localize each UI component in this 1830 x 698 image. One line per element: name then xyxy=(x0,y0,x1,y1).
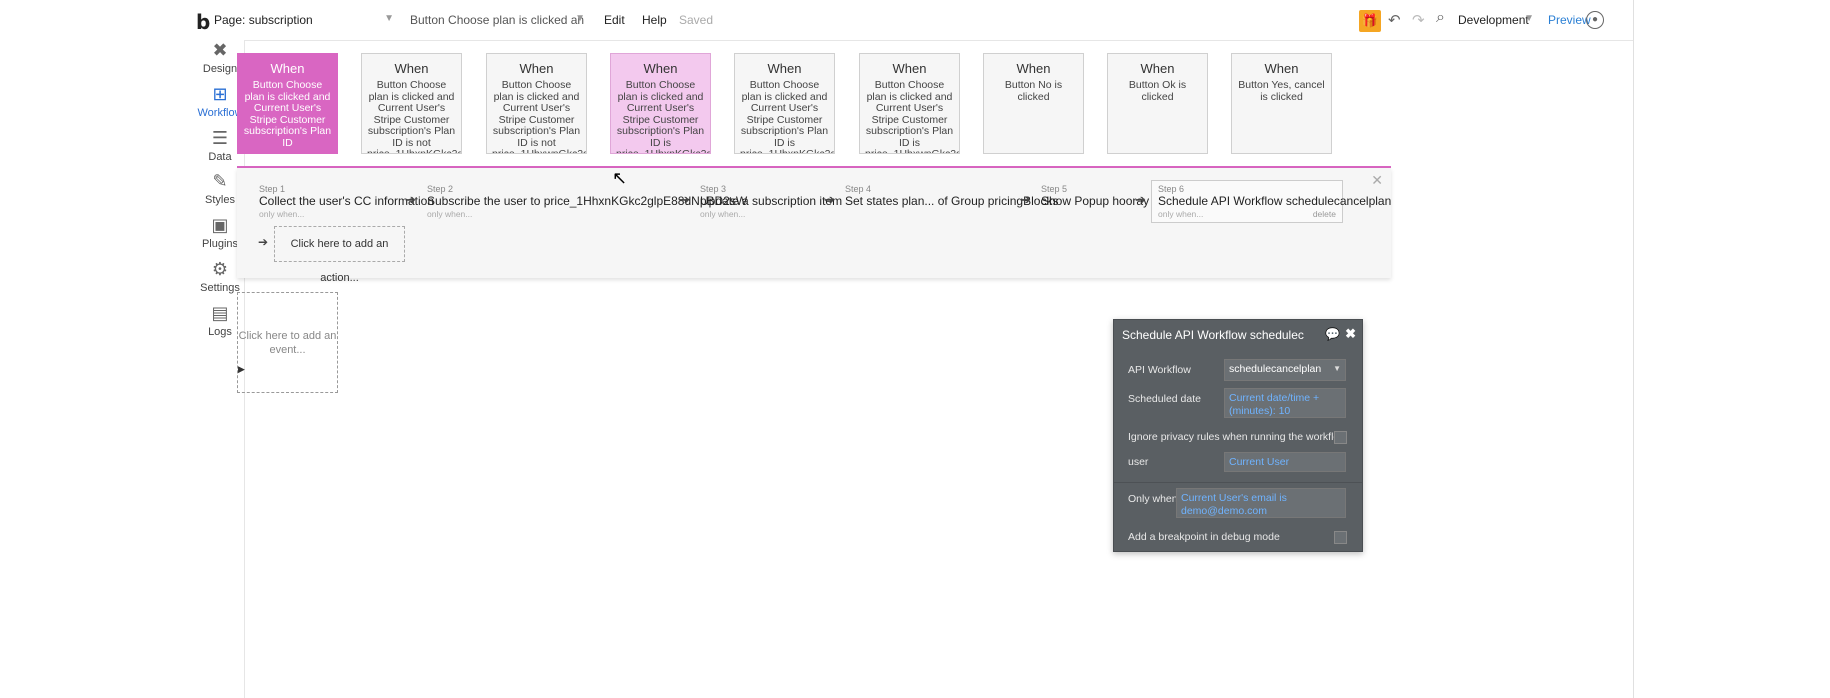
step-number: Step 6 xyxy=(1158,184,1185,194)
saved-status: Saved xyxy=(679,13,714,27)
nav-label: Data xyxy=(208,151,232,163)
api-workflow-value: schedulecancelplan xyxy=(1229,363,1322,375)
arrow-right-icon: ➔ xyxy=(258,235,269,249)
event-when: When xyxy=(519,61,554,76)
step-condition: only when... xyxy=(700,209,746,219)
step-name: Update a subscription item xyxy=(700,194,843,208)
event-description: Button Choose plan is clicked and Curren… xyxy=(367,79,461,154)
event-when: When xyxy=(270,61,305,76)
chevron-down-icon: ▼ xyxy=(384,13,394,24)
workflow-steps-panel: ✕ Step 1 Collect the user's CC informati… xyxy=(237,168,1391,278)
arrow-right-icon: ➔ xyxy=(405,192,416,207)
nav-label: Styles xyxy=(205,194,235,206)
event-when: When xyxy=(1264,61,1299,76)
scheduled-date-label: Scheduled date xyxy=(1128,393,1201,405)
event-description: Button Ok is clicked xyxy=(1128,79,1187,103)
event-description: Button Choose plan is clicked and Curren… xyxy=(740,79,834,154)
event-when: When xyxy=(767,61,802,76)
mouse-cursor-icon: ↖ xyxy=(612,168,628,188)
event-card[interactable]: When Button Choose plan is clicked and C… xyxy=(610,53,711,154)
property-editor-title: Schedule API Workflow schedulec xyxy=(1122,328,1304,342)
page-selector-label: Page: subscription xyxy=(214,13,313,27)
api-workflow-label: API Workflow xyxy=(1128,364,1191,376)
workflow-selector[interactable]: Button Choose plan is clicked an... ▼ xyxy=(410,13,585,27)
event-card[interactable]: When Button Choose plan is clicked and C… xyxy=(486,53,587,154)
nav-label: Plugins xyxy=(201,238,239,250)
event-card[interactable]: When Button Yes, cancel is clicked xyxy=(1231,53,1332,154)
environment-label: Development xyxy=(1458,13,1529,27)
event-description: Button No is clicked xyxy=(1004,79,1063,103)
event-when: When xyxy=(643,61,678,76)
nav-label: Logs xyxy=(208,326,232,338)
nav-label: Settings xyxy=(200,282,240,294)
event-description: Button Yes, cancel is clicked xyxy=(1238,79,1325,103)
event-description: Button Choose plan is clicked and Curren… xyxy=(616,79,710,154)
step-number: Step 3 xyxy=(700,184,727,194)
chevron-down-icon: ▼ xyxy=(1333,364,1341,373)
gift-icon[interactable]: 🎁 xyxy=(1359,10,1381,32)
event-card[interactable]: When Button No is clicked xyxy=(983,53,1084,154)
chevron-down-icon: ▼ xyxy=(1524,13,1534,24)
divider xyxy=(1114,482,1362,483)
arrow-right-icon: ➔ xyxy=(1135,192,1146,207)
redo-icon[interactable]: ↷ xyxy=(1412,11,1425,29)
user-param-field[interactable]: Current User xyxy=(1224,452,1346,472)
step-name: Schedule API Workflow schedulecancelplan xyxy=(1158,194,1392,208)
event-when: When xyxy=(1140,61,1175,76)
step-condition: only when... xyxy=(259,209,305,219)
workflow-step[interactable]: Step 3 Update a subscription item only w… xyxy=(700,184,842,219)
preview-button[interactable]: Preview xyxy=(1548,13,1591,27)
account-icon[interactable]: ● xyxy=(1586,11,1604,29)
delete-step-link[interactable]: delete xyxy=(1313,209,1336,219)
property-editor: Schedule API Workflow schedulec 💬 ✖ API … xyxy=(1113,319,1363,552)
arrow-right-icon: ➔ xyxy=(679,192,690,207)
environment-selector[interactable]: Development ▼ xyxy=(1458,13,1534,27)
step-condition: only when... xyxy=(1158,209,1204,219)
top-bar: b Page: subscription ▼ Button Choose pla… xyxy=(196,0,1633,41)
breakpoint-checkbox[interactable] xyxy=(1334,531,1347,544)
workflow-step-selected[interactable]: Step 6 Schedule API Workflow schedulecan… xyxy=(1151,180,1391,223)
add-event-button[interactable]: Click here to add an event... xyxy=(237,292,338,393)
bubble-logo[interactable]: b xyxy=(196,10,210,34)
event-card[interactable]: When Button Choose plan is clicked and C… xyxy=(237,53,338,154)
arrow-right-icon: ➔ xyxy=(824,192,835,207)
scheduled-date-field[interactable]: Current date/time + (minutes): 10 xyxy=(1224,388,1346,418)
menu-edit[interactable]: Edit xyxy=(604,13,625,27)
nav-label: Design xyxy=(202,63,238,75)
add-action-button[interactable]: Click here to add an action... xyxy=(274,226,405,284)
step-name: Show Popup hooray xyxy=(1041,194,1150,208)
only-when-label: Only when xyxy=(1128,493,1178,505)
arrow-right-icon: ➔ xyxy=(1020,192,1031,207)
event-description: Button Choose plan is clicked and Curren… xyxy=(243,79,332,149)
chevron-down-icon: ▼ xyxy=(575,13,585,24)
event-description: Button Choose plan is clicked and Curren… xyxy=(492,79,586,154)
menu-help[interactable]: Help xyxy=(642,13,667,27)
event-card[interactable]: When Button Ok is clicked xyxy=(1107,53,1208,154)
event-card[interactable]: When Button Choose plan is clicked and C… xyxy=(734,53,835,154)
ignore-privacy-checkbox[interactable] xyxy=(1334,431,1347,444)
workflow-selector-label: Button Choose plan is clicked an... xyxy=(410,13,585,27)
close-icon[interactable]: ✕ xyxy=(1371,172,1383,189)
event-when: When xyxy=(394,61,429,76)
event-when: When xyxy=(1016,61,1051,76)
selected-event-pointer xyxy=(282,155,298,163)
breakpoint-label: Add a breakpoint in debug mode xyxy=(1128,531,1280,543)
close-icon[interactable]: ✖ xyxy=(1345,326,1356,342)
event-card[interactable]: When Button Choose plan is clicked and C… xyxy=(859,53,960,154)
user-param-label: user xyxy=(1128,456,1149,468)
event-card[interactable]: When Button Choose plan is clicked and C… xyxy=(361,53,462,154)
step-number: Step 5 xyxy=(1041,184,1068,194)
page-selector[interactable]: Page: subscription ▼ xyxy=(214,13,394,27)
ignore-privacy-label: Ignore privacy rules when running the wo… xyxy=(1128,431,1347,443)
search-icon[interactable]: ⌕ xyxy=(1436,9,1445,27)
workflow-step[interactable]: Step 5 Show Popup hooray xyxy=(1041,184,1149,209)
event-description: Button Choose plan is clicked and Curren… xyxy=(865,79,959,154)
api-workflow-dropdown[interactable]: schedulecancelplan ▼ xyxy=(1224,359,1346,381)
undo-icon[interactable]: ↶ xyxy=(1388,11,1401,29)
only-when-field[interactable]: Current User's email is demo@demo.com xyxy=(1176,488,1346,518)
nav-label: Workflow xyxy=(197,107,243,119)
event-when: When xyxy=(892,61,927,76)
comment-icon[interactable]: 💬 xyxy=(1325,327,1340,341)
